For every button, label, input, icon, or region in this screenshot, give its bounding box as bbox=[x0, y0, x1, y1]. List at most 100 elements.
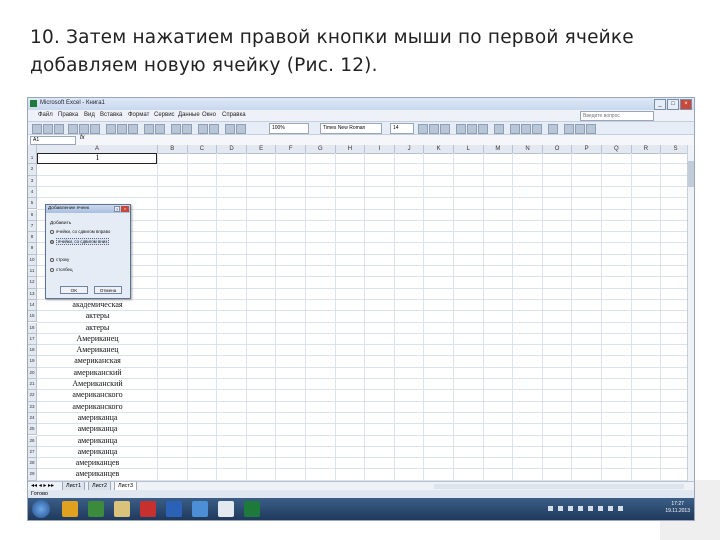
tray-icon-6[interactable] bbox=[598, 506, 603, 511]
word-doc-icon[interactable] bbox=[218, 501, 234, 517]
vertical-scrollbar[interactable] bbox=[687, 145, 694, 481]
menu-help[interactable]: Справка bbox=[222, 112, 246, 118]
column-header-m[interactable]: M bbox=[483, 145, 514, 154]
cut-icon[interactable] bbox=[106, 124, 116, 134]
close-button[interactable]: × bbox=[680, 99, 692, 110]
column-header-k[interactable]: K bbox=[424, 145, 454, 154]
radio-column[interactable] bbox=[50, 267, 54, 272]
zoom-select[interactable]: 100% bbox=[269, 123, 309, 134]
tray-icon-8[interactable] bbox=[618, 506, 623, 511]
preview-icon[interactable] bbox=[79, 124, 89, 134]
align-right-icon[interactable] bbox=[478, 124, 488, 134]
horizontal-scrollbar[interactable] bbox=[434, 484, 684, 489]
pdf-icon[interactable] bbox=[192, 501, 208, 517]
column-header-b[interactable]: B bbox=[158, 145, 188, 154]
row-header-26[interactable]: 26 bbox=[28, 435, 37, 447]
print-icon[interactable] bbox=[68, 124, 78, 134]
browser-icon[interactable] bbox=[62, 501, 78, 517]
row-header-19[interactable]: 19 bbox=[28, 356, 37, 368]
cell-a23[interactable]: американского bbox=[37, 402, 158, 412]
column-header-c[interactable]: C bbox=[187, 145, 218, 154]
row-header-12[interactable]: 12 bbox=[28, 277, 37, 289]
start-button[interactable] bbox=[32, 500, 50, 518]
row-header-24[interactable]: 24 bbox=[28, 412, 37, 425]
menu-window[interactable]: Окно bbox=[202, 112, 216, 118]
column-header-h[interactable]: H bbox=[335, 145, 366, 154]
word-icon[interactable] bbox=[166, 501, 182, 517]
cell-a3[interactable] bbox=[37, 176, 158, 186]
thousands-icon[interactable] bbox=[532, 124, 542, 134]
option-shift-right[interactable]: ячейки, со сдвигом вправо bbox=[50, 229, 110, 234]
fill-color-icon[interactable] bbox=[575, 124, 585, 134]
name-box[interactable]: A1 bbox=[30, 136, 76, 145]
cell-a15[interactable]: актеры bbox=[37, 311, 158, 321]
taskbar-clock[interactable]: 17:27 19.11.2013 bbox=[665, 501, 690, 515]
cell-a21[interactable]: Американский bbox=[37, 379, 158, 389]
row-header-14[interactable]: 14 bbox=[28, 299, 37, 312]
app-icon[interactable] bbox=[140, 501, 156, 517]
dialog-help-button[interactable]: ? bbox=[114, 206, 120, 212]
cell-a4[interactable] bbox=[37, 187, 158, 197]
menu-format[interactable]: Формат bbox=[128, 112, 149, 118]
row-header-4[interactable]: 4 bbox=[28, 186, 37, 199]
paste-icon[interactable] bbox=[128, 124, 138, 134]
column-header-r[interactable]: R bbox=[631, 145, 662, 154]
minimize-button[interactable]: _ bbox=[654, 99, 666, 110]
cell-a19[interactable]: американская bbox=[37, 356, 158, 366]
new-icon[interactable] bbox=[32, 124, 42, 134]
align-left-icon[interactable] bbox=[456, 124, 466, 134]
row-header-17[interactable]: 17 bbox=[28, 333, 37, 346]
radio-shift-right[interactable] bbox=[50, 229, 54, 234]
currency-icon[interactable] bbox=[510, 124, 520, 134]
cell-a28[interactable]: американцев bbox=[37, 458, 158, 468]
tray-icon-7[interactable] bbox=[608, 506, 613, 511]
column-header-f[interactable]: F bbox=[276, 145, 306, 154]
column-header-q[interactable]: Q bbox=[602, 145, 632, 154]
row-header-9[interactable]: 9 bbox=[28, 243, 37, 255]
scroll-thumb[interactable] bbox=[688, 161, 694, 187]
row-header-8[interactable]: 8 bbox=[28, 232, 37, 244]
underline-icon[interactable] bbox=[440, 124, 450, 134]
open-icon[interactable] bbox=[43, 124, 53, 134]
sort-desc-icon[interactable] bbox=[209, 124, 219, 134]
column-header-d[interactable]: D bbox=[217, 145, 247, 154]
row-header-25[interactable]: 25 bbox=[28, 424, 37, 436]
cell-a16[interactable]: актеры bbox=[37, 323, 158, 333]
column-header-g[interactable]: G bbox=[306, 145, 336, 154]
radio-shift-down[interactable] bbox=[50, 239, 54, 244]
cell-a26[interactable]: американца bbox=[37, 436, 158, 446]
drawing-icon[interactable] bbox=[236, 124, 246, 134]
redo-icon[interactable] bbox=[155, 124, 165, 134]
row-header-29[interactable]: 29 bbox=[28, 469, 37, 481]
copy-icon[interactable] bbox=[117, 124, 127, 134]
maximize-button[interactable]: □ bbox=[667, 99, 679, 110]
chart-icon[interactable] bbox=[225, 124, 235, 134]
help-search-input[interactable]: Введите вопрос bbox=[580, 111, 654, 121]
excel-taskbar-icon[interactable] bbox=[244, 501, 260, 517]
hyperlink-icon[interactable] bbox=[171, 124, 181, 134]
menu-data[interactable]: Данные bbox=[178, 112, 200, 118]
borders-icon[interactable] bbox=[564, 124, 574, 134]
cell-a27[interactable]: американца bbox=[37, 447, 158, 457]
tab-scroll-arrows-icon[interactable]: ◂◂ ◂ ▸ ▸▸ bbox=[31, 482, 54, 489]
column-header-j[interactable]: J bbox=[394, 145, 425, 154]
dialog-close-button[interactable]: × bbox=[121, 206, 129, 212]
row-header-13[interactable]: 13 bbox=[28, 288, 37, 300]
font-select[interactable]: Times New Roman bbox=[320, 123, 382, 134]
menu-file[interactable]: Файл bbox=[38, 112, 53, 118]
cell-a14[interactable]: академическая bbox=[37, 300, 158, 310]
cell-a17[interactable]: Американец bbox=[37, 334, 158, 344]
menu-view[interactable]: Вид bbox=[84, 112, 95, 118]
row-header-15[interactable]: 15 bbox=[28, 311, 37, 323]
row-header-28[interactable]: 28 bbox=[28, 458, 37, 470]
tray-icon-1[interactable] bbox=[548, 506, 553, 511]
ok-button[interactable]: OK bbox=[60, 286, 88, 294]
media-icon[interactable] bbox=[88, 501, 104, 517]
menu-tools[interactable]: Сервис bbox=[154, 112, 175, 118]
row-header-18[interactable]: 18 bbox=[28, 345, 37, 357]
tray-icon-2[interactable] bbox=[558, 506, 563, 511]
autosum-icon[interactable] bbox=[182, 124, 192, 134]
cell-a18[interactable]: Американец bbox=[37, 345, 158, 355]
cell-a22[interactable]: американского bbox=[37, 390, 158, 400]
row-header-23[interactable]: 23 bbox=[28, 401, 37, 413]
